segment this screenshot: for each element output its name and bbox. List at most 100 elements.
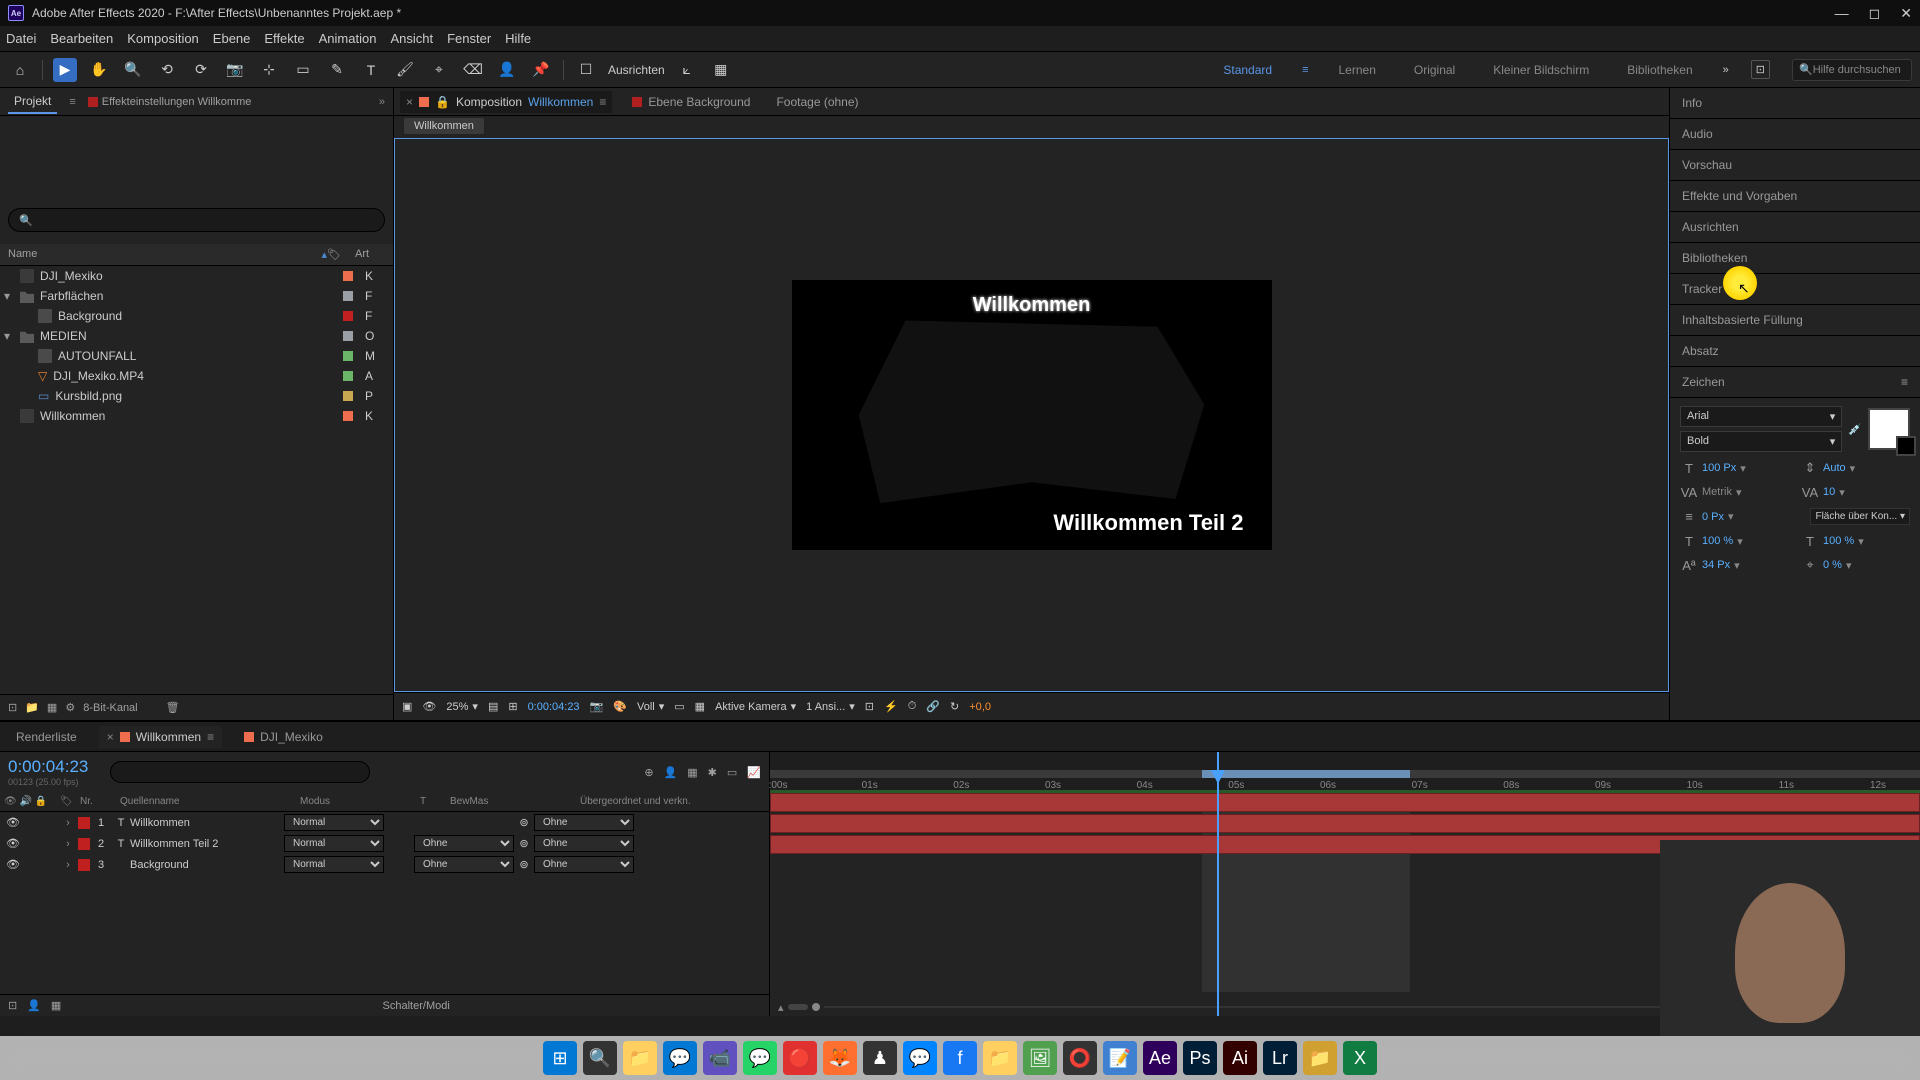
timeline-layer-3[interactable]: 👁›3BackgroundNormalOhne⊚Ohne xyxy=(0,854,769,875)
layer-bar-1[interactable] xyxy=(770,793,1920,812)
project-item-background[interactable]: BackgroundF xyxy=(0,306,393,326)
project-item-willkommen[interactable]: WillkommenK xyxy=(0,406,393,426)
col-mode[interactable]: Modus xyxy=(300,796,420,807)
col-name-header[interactable]: Name xyxy=(8,248,321,261)
workspace-kleiner[interactable]: Kleiner Bildschirm xyxy=(1485,59,1597,81)
camera-tool-icon[interactable]: 📷 xyxy=(223,58,247,82)
snap-options-icon[interactable]: ⟀ xyxy=(675,58,699,82)
menu-ebene[interactable]: Ebene xyxy=(213,31,251,46)
clone-tool-icon[interactable]: ⌖ xyxy=(427,58,451,82)
refresh-icon[interactable]: ↻ xyxy=(950,700,959,713)
blend-mode-dropdown[interactable]: Normal xyxy=(284,856,384,873)
panel-effekte[interactable]: Effekte und Vorgaben xyxy=(1670,181,1920,212)
trk-dropdown[interactable]: Ohne xyxy=(414,835,514,852)
workspace-menu-icon[interactable]: ≡ xyxy=(1302,64,1308,76)
workspace-reset-icon[interactable]: ⊡ xyxy=(1751,60,1770,79)
label-chip-icon[interactable] xyxy=(343,291,353,301)
tl-frame-toggle-icon[interactable]: ▦ xyxy=(51,999,61,1012)
interpret-icon[interactable]: ⊡ xyxy=(8,701,17,714)
alpha-icon[interactable]: ▣ xyxy=(402,700,412,713)
eraser-tool-icon[interactable]: ⌫ xyxy=(461,58,485,82)
taskbar-icon-17[interactable]: Ai xyxy=(1223,1041,1257,1075)
grid-icon[interactable]: ⊞ xyxy=(508,700,517,713)
timeline-timecode[interactable]: 0:00:04:23 xyxy=(8,757,88,777)
workspace-standard[interactable]: Standard xyxy=(1215,59,1280,81)
visibility-toggle-icon[interactable]: 👁 xyxy=(4,816,22,829)
zoom-dropdown[interactable]: 25% ▾ xyxy=(446,700,478,713)
taskbar-icon-13[interactable]: ⭕ xyxy=(1063,1041,1097,1075)
project-item-autounfall[interactable]: AUTOUNFALLM xyxy=(0,346,393,366)
panel-ausrichten[interactable]: Ausrichten xyxy=(1670,212,1920,243)
pen-tool-icon[interactable]: ✎ xyxy=(325,58,349,82)
maximize-button[interactable]: ◻ xyxy=(1869,5,1881,22)
taskbar-icon-3[interactable]: 💬 xyxy=(663,1041,697,1075)
taskbar-icon-9[interactable]: 💬 xyxy=(903,1041,937,1075)
channel-icon[interactable]: 🎨 xyxy=(613,700,627,713)
project-menu-icon[interactable]: ≡ xyxy=(69,96,75,108)
label-chip-icon[interactable] xyxy=(343,351,353,361)
workspace-lernen[interactable]: Lernen xyxy=(1331,59,1384,81)
vscale-value[interactable]: 100 % xyxy=(1702,535,1733,547)
taskbar-icon-12[interactable]: 🖼 xyxy=(1023,1041,1057,1075)
menu-animation[interactable]: Animation xyxy=(319,31,377,46)
parent-dropdown[interactable]: Ohne xyxy=(534,835,634,852)
leading-value[interactable]: Auto xyxy=(1823,462,1846,474)
stroke-width-value[interactable]: 0 Px xyxy=(1702,511,1724,523)
fill-color-swatch[interactable] xyxy=(1868,408,1910,450)
minimize-button[interactable]: — xyxy=(1835,5,1849,22)
home-icon[interactable]: ⌂ xyxy=(8,58,32,82)
close-button[interactable]: ✕ xyxy=(1900,5,1912,22)
font-style-dropdown[interactable]: Bold ▾ xyxy=(1680,431,1842,452)
parent-pickwhip-icon[interactable]: ⊚ xyxy=(514,858,534,871)
lock-icon[interactable]: 🔒 xyxy=(435,95,450,109)
taskbar-icon-20[interactable]: X xyxy=(1343,1041,1377,1075)
tl-graph-icon[interactable]: 📈 xyxy=(747,766,761,779)
taskbar-icon-11[interactable]: 📁 xyxy=(983,1041,1017,1075)
workspace-original[interactable]: Original xyxy=(1406,59,1463,81)
tab-footage[interactable]: Footage (ohne) xyxy=(770,91,864,113)
tl-shy-icon[interactable]: 👤 xyxy=(664,766,678,779)
timeline-layer-2[interactable]: 👁›2TWillkommen Teil 2NormalOhne⊚Ohne xyxy=(0,833,769,854)
panel-audio[interactable]: Audio xyxy=(1670,119,1920,150)
font-size-value[interactable]: 100 Px xyxy=(1702,462,1736,474)
tl-shy-toggle-icon[interactable]: 👤 xyxy=(27,999,41,1012)
kerning-value[interactable]: Metrik xyxy=(1702,486,1732,498)
parent-pickwhip-icon[interactable]: ⊚ xyxy=(514,816,534,829)
tab-timeline-dji[interactable]: DJI_Mexiko xyxy=(236,726,331,748)
stroke-color-swatch[interactable] xyxy=(1896,436,1916,456)
rect-tool-icon[interactable]: ▭ xyxy=(291,58,315,82)
taskbar-icon-2[interactable]: 📁 xyxy=(623,1041,657,1075)
col-source-name[interactable]: Quellenname xyxy=(120,796,300,807)
viewer-timecode[interactable]: 0:00:04:23 xyxy=(528,701,580,713)
taskbar-icon-14[interactable]: 📝 xyxy=(1103,1041,1137,1075)
anchor-tool-icon[interactable]: ⊹ xyxy=(257,58,281,82)
menu-fenster[interactable]: Fenster xyxy=(447,31,491,46)
pixel-aspect-icon[interactable]: ⊡ xyxy=(865,700,874,713)
label-chip-icon[interactable] xyxy=(343,271,353,281)
hscale-value[interactable]: 100 % xyxy=(1823,535,1854,547)
layer-twirl-icon[interactable]: › xyxy=(58,817,78,829)
layer-color-chip-icon[interactable] xyxy=(78,859,90,871)
tab-effect-controls[interactable]: Effekteinstellungen Willkomme xyxy=(88,96,252,108)
panel-vorschau[interactable]: Vorschau xyxy=(1670,150,1920,181)
timeline-icon[interactable]: ⏱ xyxy=(908,700,917,713)
menu-datei[interactable]: Datei xyxy=(6,31,36,46)
work-area[interactable] xyxy=(1202,770,1410,778)
project-item-dji-mexiko[interactable]: DJI_MexikoK xyxy=(0,266,393,286)
taskbar-icon-0[interactable]: ⊞ xyxy=(543,1041,577,1075)
hand-tool-icon[interactable]: ✋ xyxy=(87,58,111,82)
stroke-type-dropdown[interactable]: Fläche über Kon... ▾ xyxy=(1810,508,1910,525)
panel-info[interactable]: Info xyxy=(1670,88,1920,119)
tracking-value[interactable]: 10 xyxy=(1823,486,1835,498)
menu-hilfe[interactable]: Hilfe xyxy=(505,31,531,46)
layer-color-chip-icon[interactable] xyxy=(78,817,90,829)
layer-bar-2[interactable] xyxy=(770,814,1920,833)
tl-switch-icon[interactable]: ▦ xyxy=(687,766,697,779)
new-folder-icon[interactable]: 📁 xyxy=(25,701,39,714)
label-chip-icon[interactable] xyxy=(343,331,353,341)
panel-tracker[interactable]: Tracker xyxy=(1670,274,1920,305)
roto-tool-icon[interactable]: 👤 xyxy=(495,58,519,82)
tab-renderliste[interactable]: Renderliste xyxy=(8,726,85,748)
col-t[interactable]: T xyxy=(420,796,450,807)
panel-inhalt[interactable]: Inhaltsbasierte Füllung xyxy=(1670,305,1920,336)
